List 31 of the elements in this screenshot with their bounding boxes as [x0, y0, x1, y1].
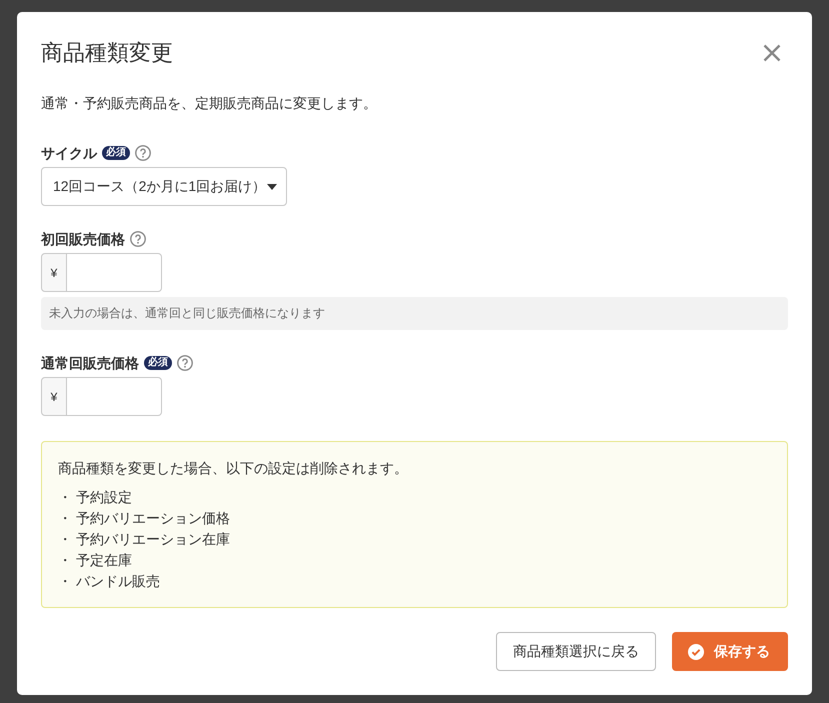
- back-button[interactable]: 商品種類選択に戻る: [496, 632, 656, 671]
- caret-icon: [267, 184, 277, 190]
- currency-prefix: ¥: [41, 253, 67, 292]
- hint-note: 未入力の場合は、通常回と同じ販売価格になります: [41, 297, 788, 330]
- required-badge: 必須: [144, 356, 172, 370]
- cycle-select[interactable]: 12回コース（2か月に1回お届け）: [41, 167, 287, 206]
- help-icon[interactable]: [135, 145, 151, 161]
- help-icon[interactable]: [177, 355, 193, 371]
- list-bullet: ・: [58, 551, 72, 570]
- currency-prefix: ¥: [41, 377, 67, 416]
- list-item-text: 予約バリエーション価格: [76, 509, 230, 528]
- list-bullet: ・: [58, 488, 72, 507]
- close-icon[interactable]: [763, 44, 781, 62]
- help-icon[interactable]: [130, 231, 146, 247]
- warning-message: 商品種類を変更した場合、以下の設定は削除されます。: [58, 459, 409, 478]
- dialog-title: 商品種類変更: [41, 39, 173, 67]
- field-label: 通常回販売価格: [41, 354, 139, 373]
- list-bullet: ・: [58, 530, 72, 549]
- list-bullet: ・: [58, 572, 72, 591]
- required-badge: 必須: [102, 146, 130, 160]
- price-input[interactable]: [67, 377, 162, 416]
- list-item-text: 予約設定: [76, 488, 132, 507]
- field-label: サイクル: [41, 144, 97, 163]
- dialog-description: 通常・予約販売商品を、定期販売商品に変更します。: [41, 94, 378, 113]
- list-item-text: 予定在庫: [76, 551, 132, 570]
- field-label: 初回販売価格: [41, 230, 125, 249]
- price-input[interactable]: [67, 253, 162, 292]
- list-item-text: 予約バリエーション在庫: [76, 530, 230, 549]
- check-circle-icon: [688, 644, 704, 660]
- list-item-text: バンドル販売: [76, 572, 160, 591]
- list-bullet: ・: [58, 509, 72, 528]
